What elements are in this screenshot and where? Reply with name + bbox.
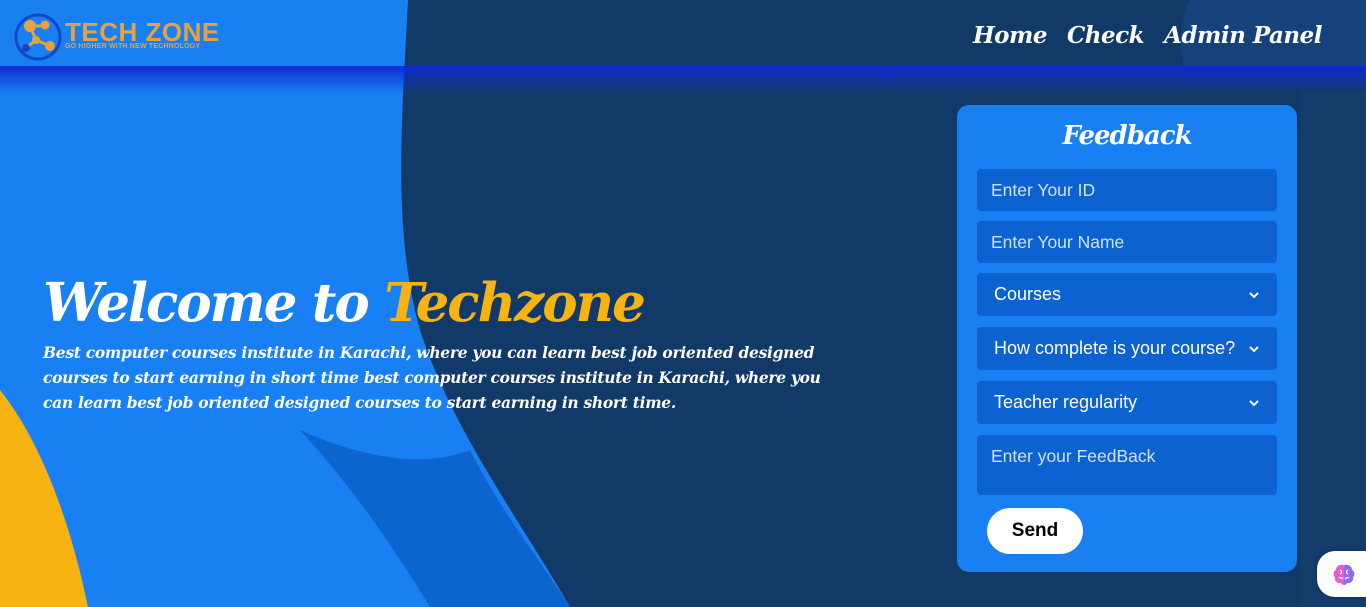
molecule-logo-icon [14, 13, 62, 61]
courses-select[interactable]: Courses [977, 273, 1277, 316]
id-input[interactable] [977, 169, 1277, 211]
chevron-down-icon [1249, 399, 1259, 406]
teacher-regularity-select[interactable]: Teacher regularity [977, 381, 1277, 424]
hero-description: Best computer courses institute in Karac… [43, 343, 821, 412]
course-completion-select-value: How complete is your course? [994, 338, 1236, 358]
top-navbar: TECH ZONE GO HIGHER WITH NEW TECHNOLOGY … [0, 0, 1366, 70]
feedback-form: Feedback Courses How complete is your co… [957, 105, 1297, 572]
chevron-down-icon [1249, 345, 1259, 352]
courses-select-value: Courses [994, 284, 1062, 304]
brain-icon [1333, 564, 1355, 585]
hero-section: Welcome to Techzone Best computer course… [43, 272, 843, 415]
brand-tagline: GO HIGHER WITH NEW TECHNOLOGY [65, 43, 201, 50]
main-nav: Home Check Admin Panel [973, 20, 1323, 52]
nav-home-link[interactable]: Home [973, 20, 1048, 52]
header-glow [0, 66, 1366, 94]
name-input[interactable] [977, 221, 1277, 263]
nav-check-link[interactable]: Check [1067, 20, 1145, 52]
feedback-title: Feedback [1062, 121, 1192, 151]
hero-title-prefix: Welcome to [43, 272, 385, 334]
feedback-textarea[interactable] [977, 435, 1277, 495]
chevron-down-icon [1249, 291, 1259, 298]
teacher-regularity-select-value: Teacher regularity [994, 392, 1138, 412]
nav-admin-panel-link[interactable]: Admin Panel [1164, 20, 1322, 52]
assistant-widget[interactable] [1317, 551, 1366, 597]
brand-logo[interactable]: TECH ZONE GO HIGHER WITH NEW TECHNOLOGY [12, 10, 222, 62]
hero-title-accent: Techzone [384, 272, 646, 334]
course-completion-select[interactable]: How complete is your course? [977, 327, 1277, 370]
send-button[interactable]: Send [987, 508, 1083, 554]
hero-title: Welcome to Techzone [43, 272, 843, 334]
